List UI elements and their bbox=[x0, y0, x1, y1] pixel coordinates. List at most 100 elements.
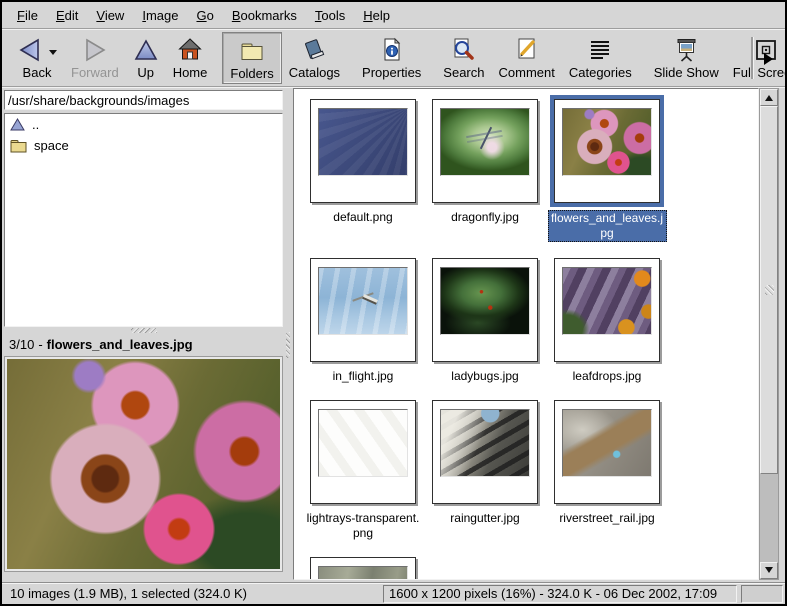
comment-button[interactable]: Comment bbox=[492, 32, 562, 84]
thumbnail-grid: default.png dragonfly.jpg flowers_and_le… bbox=[294, 89, 758, 580]
thumbnail-label: dragonfly.jpg bbox=[450, 210, 520, 225]
status-separator: - bbox=[38, 337, 42, 352]
full-screen-label: Full Screen bbox=[733, 65, 787, 80]
thumbnail-item[interactable]: ladybugs.jpg bbox=[424, 258, 546, 384]
thumbnail-image bbox=[318, 409, 408, 477]
menu-item-tools[interactable]: Tools bbox=[306, 4, 354, 27]
slide-show-icon bbox=[673, 35, 700, 64]
thumbnail-label: ladybugs.jpg bbox=[450, 369, 519, 384]
image-position: 3/10 bbox=[9, 337, 34, 352]
folders-button[interactable]: Folders bbox=[222, 32, 281, 84]
catalogs-button[interactable]: Catalogs bbox=[282, 32, 347, 84]
arrow-down-icon bbox=[765, 567, 773, 577]
comment-icon bbox=[514, 35, 540, 64]
browser-status-text: 3/10 - flowers_and_leaves.jpg bbox=[4, 333, 283, 355]
window-resize-grip[interactable] bbox=[741, 585, 783, 603]
thumbnail-label: lightrays-transparent.png bbox=[304, 511, 423, 541]
properties-button[interactable]: Properties bbox=[355, 32, 428, 84]
toolbar-overflow-arrow[interactable] bbox=[764, 53, 779, 65]
location-input[interactable] bbox=[4, 90, 283, 110]
statusbar: 10 images (1.9 MB), 1 selected (324.0 K)… bbox=[2, 582, 785, 604]
thumbnail-card bbox=[432, 99, 538, 203]
folder-item-parent[interactable]: .. bbox=[5, 114, 282, 135]
thumbnail-item[interactable]: dragonfly.jpg bbox=[424, 99, 546, 242]
slide-show-button[interactable]: Slide Show bbox=[647, 32, 726, 84]
back-dropdown-caret[interactable] bbox=[49, 50, 57, 59]
arrow-up-icon bbox=[765, 91, 773, 101]
thumbnail-image bbox=[318, 267, 408, 335]
thumbnail-image bbox=[562, 267, 652, 335]
thumbnail-label: default.png bbox=[332, 210, 393, 225]
status-right-text: 1600 x 1200 pixels (16%) - 324.0 K - 06 … bbox=[389, 586, 717, 601]
thumbnail-item[interactable]: raingutter.jpg bbox=[424, 400, 546, 541]
menu-bar: File Edit View Image Go Bookmarks Tools … bbox=[2, 2, 785, 29]
thumbnail-image bbox=[562, 108, 652, 176]
up-label: Up bbox=[137, 65, 154, 80]
home-button[interactable]: Home bbox=[166, 32, 215, 84]
status-left-text: 10 images (1.9 MB), 1 selected (324.0 K) bbox=[10, 586, 379, 601]
thumbnail-label: flowers_and_leaves.jpg bbox=[548, 210, 667, 242]
thumbnail-image bbox=[562, 409, 652, 477]
home-icon bbox=[177, 35, 203, 64]
thumbnail-item[interactable]: lightrays-transparent.png bbox=[302, 400, 424, 541]
main-area: .. space 3/10 - flowers_and_leaves.jpg bbox=[2, 87, 785, 582]
thumbnail-image bbox=[440, 267, 530, 335]
folder-item-space[interactable]: space bbox=[5, 135, 282, 156]
thumbnail-item[interactable]: default.png bbox=[302, 99, 424, 242]
thumbnail-item[interactable]: riverstreet_rail.jpg bbox=[546, 400, 668, 541]
up-triangle-icon bbox=[10, 118, 25, 131]
slide-show-label: Slide Show bbox=[654, 65, 719, 80]
scrollbar-down-button[interactable] bbox=[760, 562, 778, 579]
thumbnail-image bbox=[318, 108, 408, 176]
scrollbar-up-button[interactable] bbox=[760, 89, 778, 106]
categories-button[interactable]: Categories bbox=[562, 32, 639, 84]
status-right-box: 1600 x 1200 pixels (16%) - 324.0 K - 06 … bbox=[383, 585, 737, 603]
thumbnail-image bbox=[440, 409, 530, 477]
preview-image bbox=[7, 359, 280, 569]
thumbnail-item[interactable] bbox=[302, 557, 424, 580]
menu-item-edit[interactable]: Edit bbox=[47, 4, 87, 27]
current-filename: flowers_and_leaves.jpg bbox=[47, 337, 193, 352]
back-icon bbox=[17, 35, 57, 64]
catalogs-icon bbox=[301, 35, 327, 64]
categories-icon bbox=[587, 35, 613, 64]
thumbnail-image bbox=[318, 566, 408, 580]
folder-tree: .. space bbox=[4, 113, 283, 327]
thumbnail-item[interactable]: leafdrops.jpg bbox=[546, 258, 668, 384]
thumbnail-item[interactable]: in_flight.jpg bbox=[302, 258, 424, 384]
search-button[interactable]: Search bbox=[436, 32, 491, 84]
menu-item-image[interactable]: Image bbox=[133, 4, 187, 27]
back-button[interactable]: Back bbox=[10, 32, 64, 84]
properties-icon bbox=[379, 35, 405, 64]
folder-item-label: .. bbox=[32, 117, 39, 132]
up-icon bbox=[133, 35, 159, 64]
scrollbar-trough[interactable] bbox=[760, 474, 778, 562]
toolbar: Back Forward Up bbox=[2, 29, 785, 87]
folders-icon bbox=[239, 36, 265, 65]
folders-label: Folders bbox=[230, 66, 273, 81]
scrollbar-thumb[interactable] bbox=[760, 106, 778, 474]
thumbnail-card bbox=[432, 400, 538, 504]
menu-item-go[interactable]: Go bbox=[187, 4, 222, 27]
search-label: Search bbox=[443, 65, 484, 80]
menu-item-help[interactable]: Help bbox=[354, 4, 399, 27]
up-button[interactable]: Up bbox=[126, 32, 166, 84]
preview-pane bbox=[4, 356, 283, 572]
properties-label: Properties bbox=[362, 65, 421, 80]
thumbnail-card bbox=[310, 557, 416, 580]
back-label: Back bbox=[23, 65, 52, 80]
thumbnail-label: riverstreet_rail.jpg bbox=[558, 511, 655, 526]
thumbnail-card bbox=[554, 400, 660, 504]
forward-button[interactable]: Forward bbox=[64, 32, 126, 84]
toolbar-separator bbox=[751, 37, 753, 79]
thumbnail-card bbox=[310, 99, 416, 203]
menu-item-bookmarks[interactable]: Bookmarks bbox=[223, 4, 306, 27]
menu-item-file[interactable]: File bbox=[8, 4, 47, 27]
thumbnail-image bbox=[440, 108, 530, 176]
vertical-splitter[interactable] bbox=[285, 87, 291, 582]
thumbnail-item[interactable]: flowers_and_leaves.jpg bbox=[546, 99, 668, 242]
forward-label: Forward bbox=[71, 65, 119, 80]
vertical-scrollbar bbox=[759, 88, 779, 580]
thumbnail-card bbox=[310, 258, 416, 362]
menu-item-view[interactable]: View bbox=[87, 4, 133, 27]
